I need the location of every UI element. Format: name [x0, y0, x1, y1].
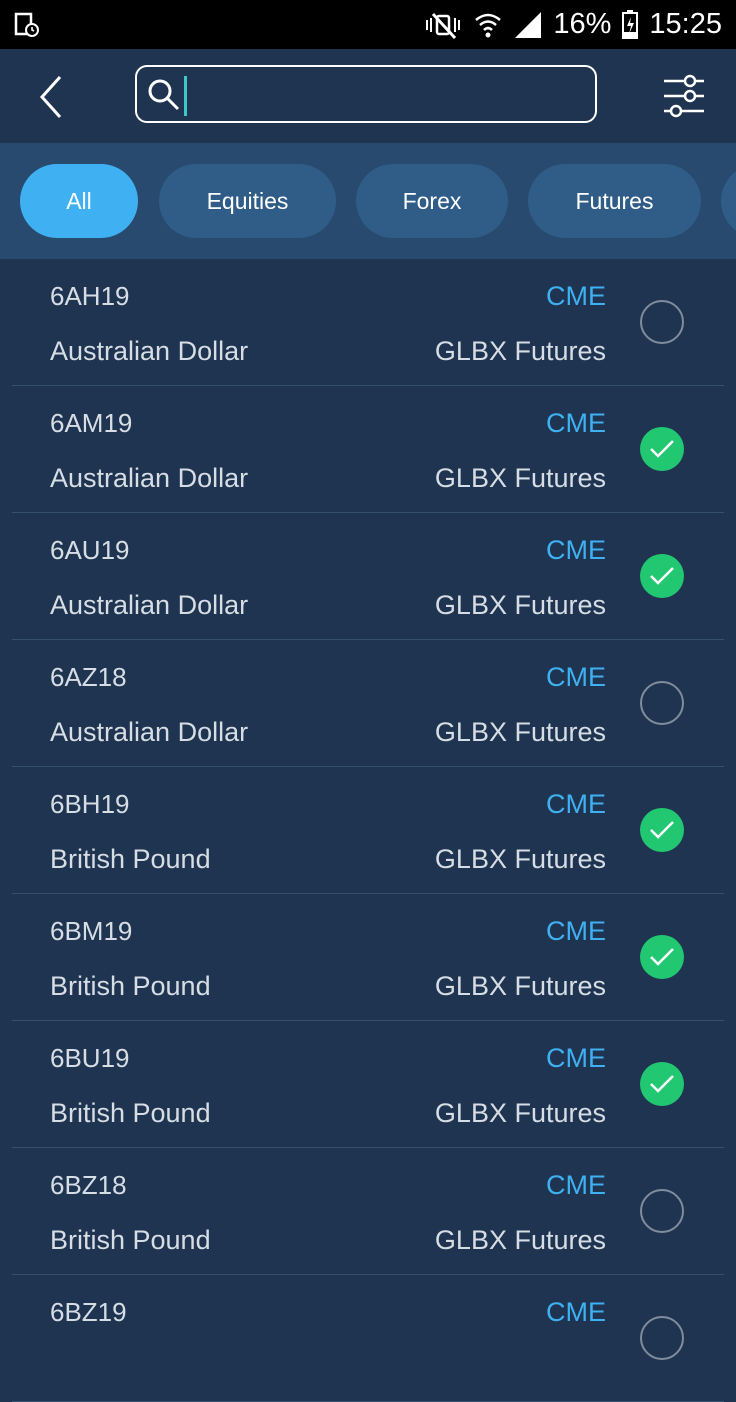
instrument-exchange: CME	[546, 1043, 606, 1073]
instrument-row[interactable]: 6AM19 CME Australian Dollar GLBX Futures	[12, 386, 724, 513]
instrument-name: British Pound	[50, 1225, 211, 1255]
instrument-exchange: CME	[546, 1170, 606, 1200]
instrument-symbol: 6BU19	[50, 1043, 130, 1073]
instrument-exchange: CME	[546, 916, 606, 946]
instrument-symbol: 6BZ19	[50, 1297, 127, 1327]
instrument-exchange: CME	[546, 789, 606, 819]
instrument-exchange: CME	[546, 408, 606, 438]
signal-icon	[515, 11, 542, 38]
back-arrow-icon[interactable]	[34, 73, 74, 121]
instrument-row[interactable]: 6AH19 CME Australian Dollar GLBX Futures	[12, 259, 724, 386]
selected-check-icon[interactable]	[640, 808, 684, 852]
instrument-row[interactable]: 6BM19 CME British Pound GLBX Futures	[12, 894, 724, 1021]
search-icon	[148, 79, 180, 111]
unselected-circle-icon[interactable]	[640, 300, 684, 344]
tab-more[interactable]	[721, 164, 736, 238]
instrument-name: Australian Dollar	[50, 336, 249, 366]
instrument-market: GLBX Futures	[434, 463, 606, 493]
instrument-exchange: CME	[546, 1297, 606, 1327]
instrument-name: Australian Dollar	[50, 590, 249, 620]
wifi-icon	[475, 13, 502, 37]
clock: 15:25	[649, 8, 722, 40]
selected-check-icon[interactable]	[640, 554, 684, 598]
instrument-name: British Pound	[50, 1098, 211, 1128]
unselected-circle-icon[interactable]	[640, 681, 684, 725]
screenshot-notification-icon	[14, 12, 39, 37]
unselected-circle-icon[interactable]	[640, 1316, 684, 1360]
instrument-symbol: 6BZ18	[50, 1170, 127, 1200]
instrument-symbol: 6BH19	[50, 789, 130, 819]
filter-settings-icon[interactable]	[660, 73, 708, 119]
selected-check-icon[interactable]	[640, 1062, 684, 1106]
instrument-exchange: CME	[546, 281, 606, 311]
selected-check-icon[interactable]	[640, 427, 684, 471]
instrument-row[interactable]: 6AZ18 CME Australian Dollar GLBX Futures	[12, 640, 724, 767]
instrument-market: GLBX Futures	[434, 971, 606, 1001]
instrument-name: British Pound	[50, 844, 211, 874]
tab-futures[interactable]: Futures	[528, 164, 701, 238]
battery-charging-icon	[622, 9, 639, 39]
search-input[interactable]	[183, 74, 587, 116]
instrument-symbol: 6AU19	[50, 535, 130, 565]
text-cursor	[184, 76, 187, 116]
instrument-row[interactable]: 6BU19 CME British Pound GLBX Futures	[12, 1021, 724, 1148]
instrument-symbol: 6BM19	[50, 916, 133, 946]
instrument-market: GLBX Futures	[434, 717, 606, 747]
instrument-market: GLBX Futures	[434, 1225, 606, 1255]
instrument-row[interactable]: 6BZ18 CME British Pound GLBX Futures	[12, 1148, 724, 1275]
instrument-row[interactable]: 6BZ19 CME	[12, 1275, 724, 1402]
status-bar: 16% 15:25	[0, 0, 736, 49]
instrument-market: GLBX Futures	[434, 590, 606, 620]
instrument-row[interactable]: 6BH19 CME British Pound GLBX Futures	[12, 767, 724, 894]
instrument-market: GLBX Futures	[434, 1098, 606, 1128]
tab-forex[interactable]: Forex	[356, 164, 508, 238]
category-tabs: All Equities Forex Futures	[0, 143, 736, 259]
instrument-exchange: CME	[546, 662, 606, 692]
tab-all[interactable]: All	[20, 164, 138, 238]
search-box[interactable]	[135, 65, 597, 123]
instrument-exchange: CME	[546, 535, 606, 565]
mute-vibrate-icon	[426, 12, 461, 39]
instrument-market: GLBX Futures	[434, 844, 606, 874]
instrument-row[interactable]: 6AU19 CME Australian Dollar GLBX Futures	[12, 513, 724, 640]
instrument-symbol: 6AH19	[50, 281, 130, 311]
battery-percent: 16%	[553, 8, 612, 40]
instrument-market: GLBX Futures	[434, 336, 606, 366]
tab-equities[interactable]: Equities	[159, 164, 336, 238]
instrument-name: British Pound	[50, 971, 211, 1001]
instrument-symbol: 6AM19	[50, 408, 133, 438]
selected-check-icon[interactable]	[640, 935, 684, 979]
instrument-name: Australian Dollar	[50, 463, 249, 493]
instrument-list: 6AH19 CME Australian Dollar GLBX Futures 6AM…	[0, 259, 736, 1402]
unselected-circle-icon[interactable]	[640, 1189, 684, 1233]
instrument-symbol: 6AZ18	[50, 662, 127, 692]
search-header	[0, 49, 736, 143]
instrument-name: Australian Dollar	[50, 717, 249, 747]
